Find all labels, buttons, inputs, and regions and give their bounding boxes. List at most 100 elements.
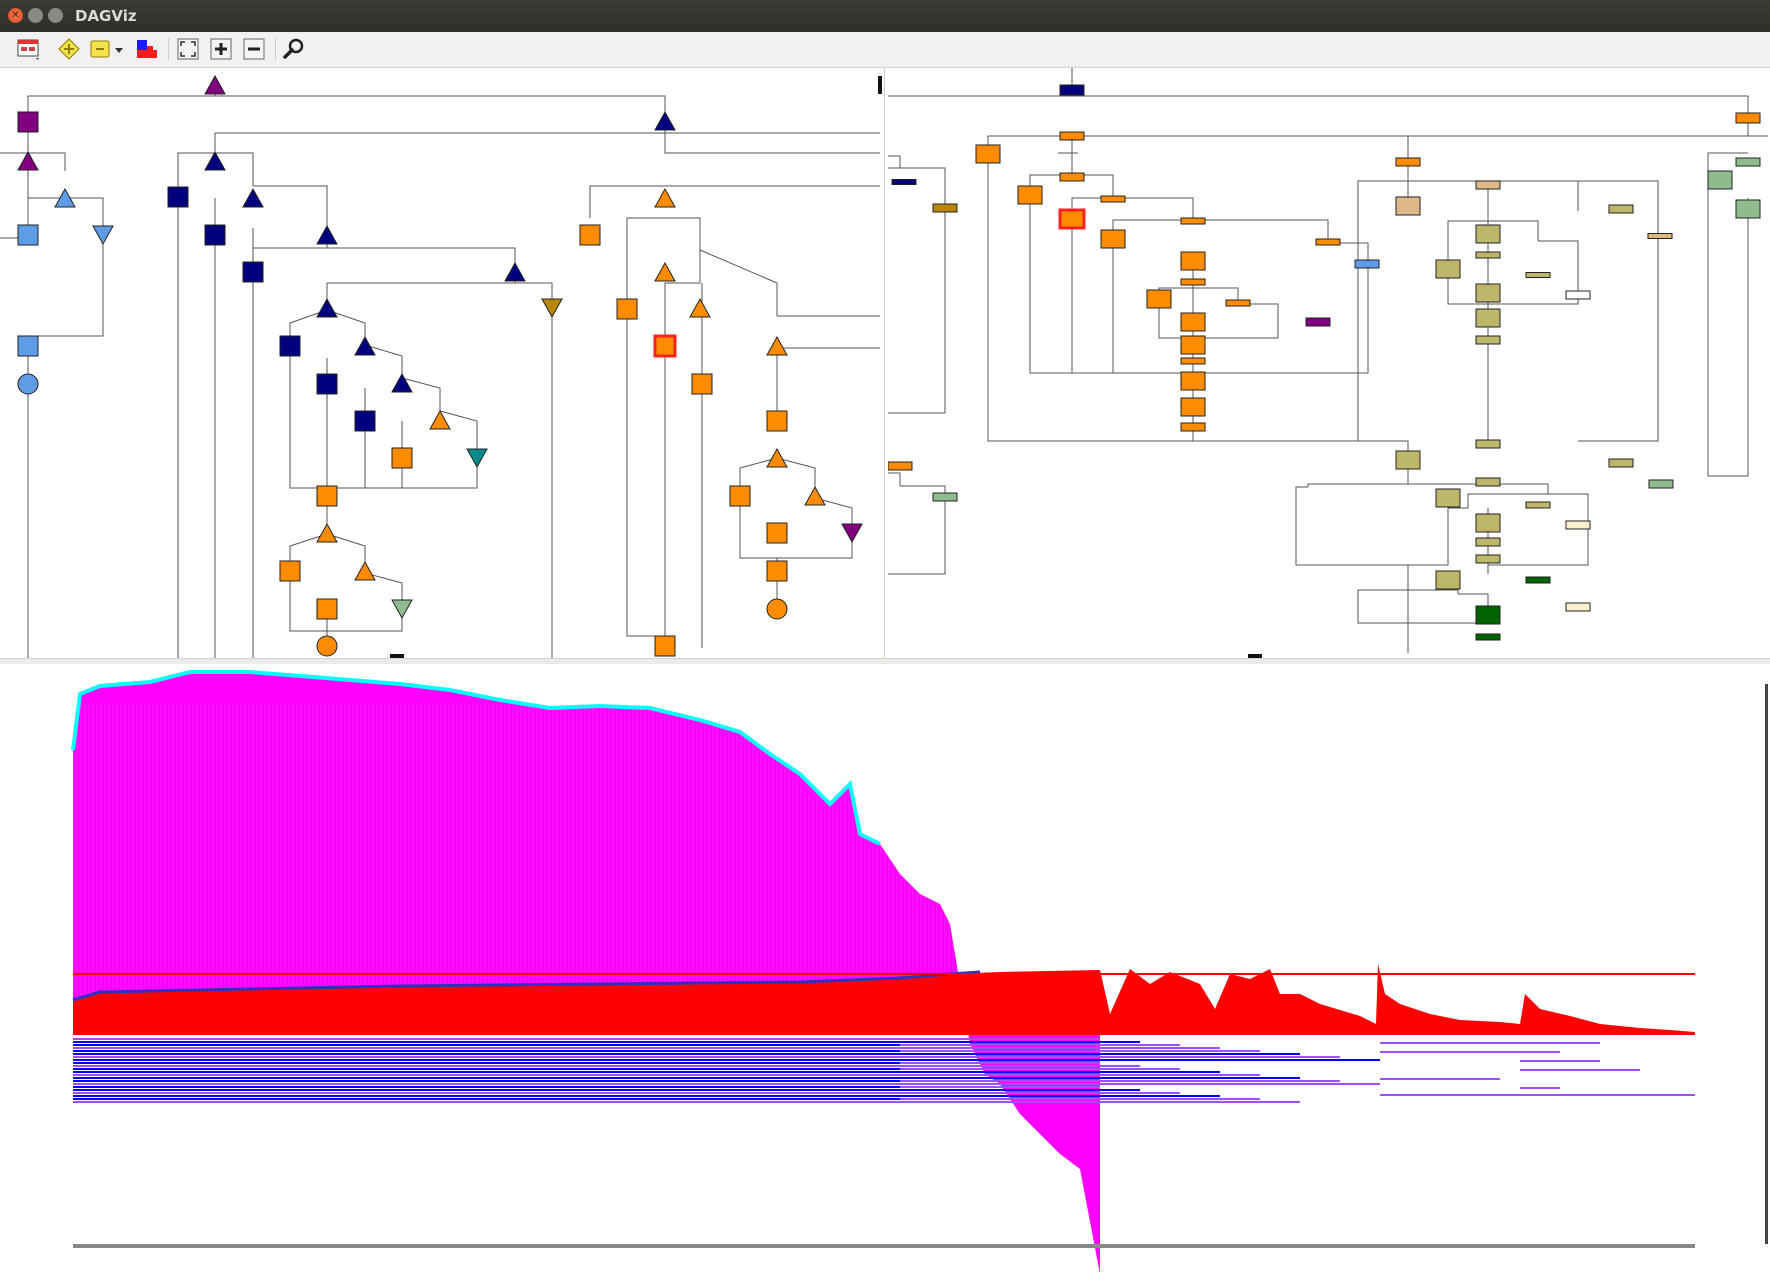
dag-node-box[interactable]	[1435, 488, 1461, 508]
dag-node-box[interactable]	[1435, 570, 1461, 590]
dag-node-square[interactable]	[691, 373, 713, 395]
dag-node-box[interactable]	[1608, 458, 1634, 468]
dag-node-square[interactable]	[729, 485, 751, 507]
maximize-window-icon[interactable]	[48, 8, 63, 23]
dag-node-box[interactable]	[1647, 233, 1673, 239]
dag-node-triangle[interactable]	[804, 485, 826, 506]
dag-node-square[interactable]	[766, 522, 788, 544]
dag-graph-right[interactable]	[888, 68, 1770, 658]
dag-node-box[interactable]	[1475, 439, 1501, 449]
dag-node-box[interactable]	[1608, 204, 1634, 214]
dag-node-box[interactable]	[1475, 283, 1501, 303]
dag-node-triangle-down[interactable]	[391, 599, 413, 620]
dag-node-box[interactable]	[888, 461, 913, 471]
dag-node-box[interactable]	[1475, 251, 1501, 259]
dag-node-square[interactable]	[316, 598, 338, 620]
dag-node-box[interactable]	[1180, 251, 1206, 271]
dag-node-triangle[interactable]	[17, 150, 39, 171]
dag-node-square[interactable]	[17, 224, 39, 246]
dag-node-triangle[interactable]	[242, 187, 264, 208]
dag-node-box[interactable]	[891, 179, 917, 185]
zoom-out-button[interactable]	[241, 36, 267, 62]
dag-node-square[interactable]	[391, 447, 413, 469]
dag-node-box[interactable]	[1735, 112, 1761, 124]
dag-node-square[interactable]	[17, 111, 39, 133]
dag-node-box[interactable]	[1017, 185, 1043, 205]
dag-node-box[interactable]	[1525, 576, 1551, 584]
collapse-dropdown[interactable]	[112, 36, 126, 62]
dag-node-box[interactable]	[1735, 199, 1761, 219]
dag-node-square[interactable]	[167, 186, 189, 208]
dag-node-circle[interactable]	[766, 598, 788, 620]
expand-node-button[interactable]	[56, 36, 82, 62]
dag-node-triangle[interactable]	[766, 447, 788, 468]
dag-node-circle[interactable]	[316, 635, 338, 657]
dag-node-box[interactable]	[1475, 513, 1501, 533]
dag-node-box[interactable]	[1180, 422, 1206, 432]
dag-node-box[interactable]	[1315, 238, 1341, 246]
dag-node-triangle[interactable]	[204, 74, 226, 95]
dag-node-square[interactable]	[654, 635, 676, 657]
search-button[interactable]	[281, 36, 307, 62]
dag-node-box[interactable]	[1565, 602, 1591, 612]
dag-node-triangle[interactable]	[654, 187, 676, 208]
dag-node-square[interactable]	[316, 373, 338, 395]
dag-node-box[interactable]	[1180, 357, 1206, 365]
dag-node-triangle[interactable]	[654, 110, 676, 131]
dag-node-box[interactable]	[1146, 289, 1172, 309]
dag-node-triangle[interactable]	[654, 261, 676, 282]
fit-to-view-button[interactable]	[175, 36, 201, 62]
dag-node-box[interactable]	[1059, 131, 1085, 141]
dag-node-triangle[interactable]	[316, 522, 338, 543]
dag-node-triangle[interactable]	[354, 560, 376, 581]
dag-node-box[interactable]	[1180, 217, 1206, 225]
dag-node-triangle[interactable]	[204, 150, 226, 171]
dag-node-box[interactable]	[1475, 633, 1501, 641]
dag-node-box[interactable]	[1475, 224, 1501, 244]
dag-node-triangle[interactable]	[689, 297, 711, 318]
dag-node-box[interactable]	[1354, 259, 1380, 269]
dag-node-triangle[interactable]	[354, 335, 376, 356]
timeline-view[interactable]	[0, 664, 1770, 1272]
dag-node-box[interactable]	[1180, 278, 1206, 286]
dag-node-triangle-down[interactable]	[92, 225, 114, 246]
dag-node-box[interactable]	[1565, 290, 1591, 300]
dag-node-box[interactable]	[1180, 312, 1206, 332]
dag-node-box[interactable]	[1435, 259, 1461, 279]
dag-node-square[interactable]	[279, 560, 301, 582]
dag-node-triangle[interactable]	[391, 372, 413, 393]
layout-menu-button[interactable]	[16, 36, 42, 62]
dag-node-box[interactable]	[932, 203, 958, 213]
dag-node-box[interactable]	[1395, 450, 1421, 470]
dag-node-square[interactable]	[616, 298, 638, 320]
dag-node-box[interactable]	[1180, 371, 1206, 391]
dag-node-box[interactable]	[932, 492, 958, 502]
dag-node-circle[interactable]	[17, 373, 39, 395]
dag-graph-left[interactable]	[0, 68, 884, 658]
dag-node-box[interactable]	[1100, 229, 1126, 249]
dag-node-triangle-down[interactable]	[466, 448, 488, 469]
dag-node-box[interactable]	[975, 144, 1001, 164]
dag-node-square[interactable]	[316, 485, 338, 507]
dag-node-square[interactable]	[766, 560, 788, 582]
dag-node-box[interactable]	[1525, 501, 1551, 509]
stack-view-button[interactable]	[134, 36, 160, 62]
dag-node-square[interactable]	[579, 224, 601, 246]
dag-node-triangle-down[interactable]	[841, 523, 863, 544]
dag-node-box[interactable]	[1525, 272, 1551, 278]
dag-node-box[interactable]	[1475, 308, 1501, 328]
dag-node-box[interactable]	[1475, 477, 1501, 487]
dag-node-square[interactable]	[204, 224, 226, 246]
dag-node-triangle-down[interactable]	[541, 298, 563, 319]
dag-node-box[interactable]	[1395, 157, 1421, 167]
zoom-in-button[interactable]	[208, 36, 234, 62]
dag-node-box[interactable]	[1648, 479, 1674, 489]
dag-node-square[interactable]	[17, 335, 39, 357]
dag-node-box[interactable]	[1475, 537, 1501, 547]
dag-node-box[interactable]	[1475, 605, 1501, 625]
dag-node-box[interactable]	[1735, 157, 1761, 167]
dag-node-box[interactable]	[1180, 335, 1206, 355]
dag-node-box[interactable]	[1475, 180, 1501, 190]
dag-node-square[interactable]	[279, 335, 301, 357]
dag-node-box[interactable]	[1059, 84, 1085, 96]
